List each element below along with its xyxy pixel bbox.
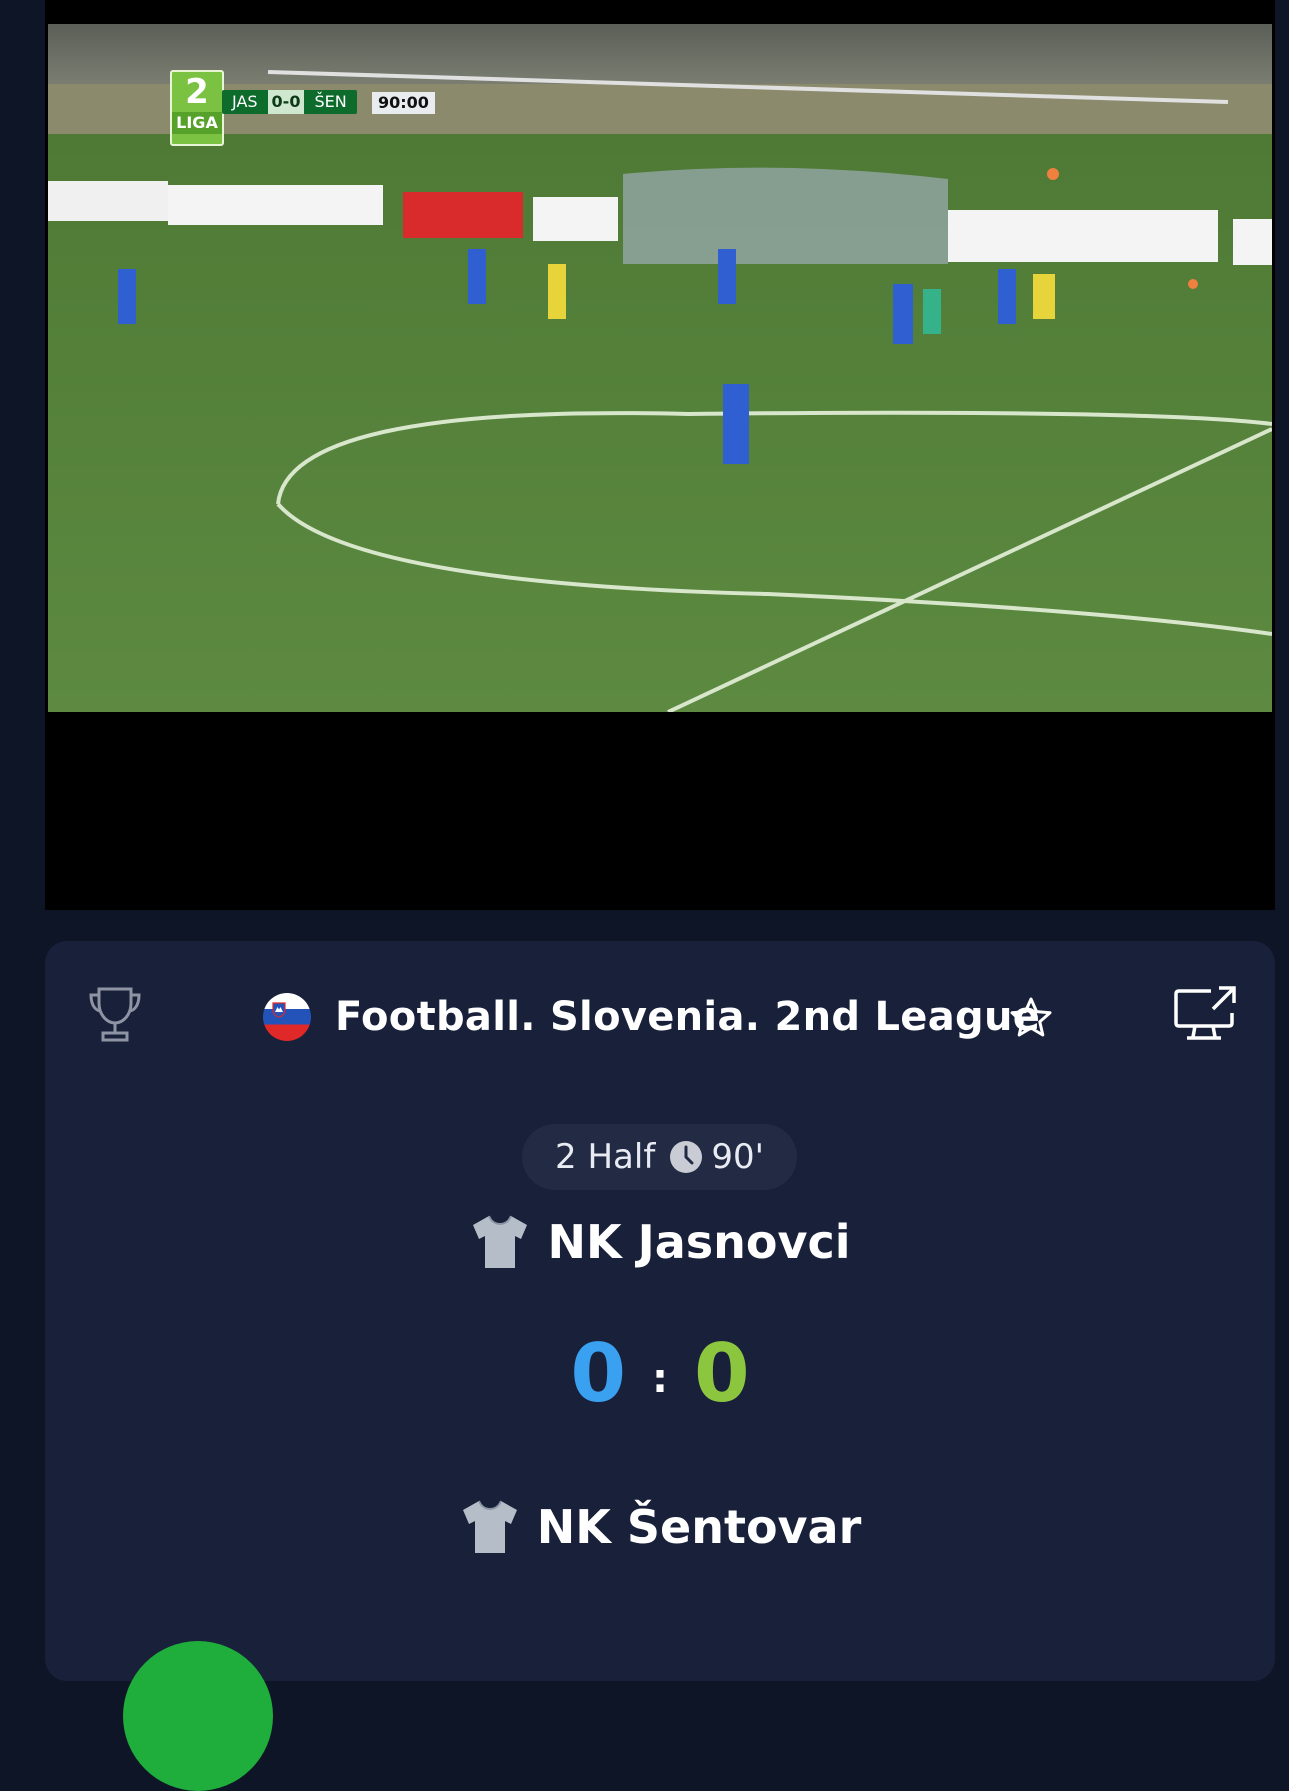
away-team[interactable]: NK Šentovar xyxy=(45,1498,1275,1567)
league-logo-number: 2 xyxy=(185,72,209,112)
trophy-icon[interactable] xyxy=(87,985,143,1043)
match-minute: 90' xyxy=(711,1137,764,1177)
league-name: Football. Slovenia. 2nd League xyxy=(335,994,1041,1040)
video-frame[interactable]: 2 LIGA JAS 0-0 ŠEN 90:00 xyxy=(48,24,1272,712)
live-action-button[interactable] xyxy=(123,1641,273,1791)
slovenia-flag-icon xyxy=(263,993,311,1041)
league-logo: 2 LIGA xyxy=(170,70,224,146)
overlay-home-abbr: JAS xyxy=(232,92,258,111)
screen-share-icon[interactable] xyxy=(1173,985,1237,1043)
scoreboard-overlay: JAS 0-0 ŠEN xyxy=(222,90,357,114)
home-score: 0 xyxy=(570,1327,626,1420)
video-player[interactable]: 2 LIGA JAS 0-0 ŠEN 90:00 xyxy=(45,0,1275,910)
home-team-name: NK Jasnovci xyxy=(547,1215,851,1269)
overlay-score: 0-0 xyxy=(267,90,305,114)
overlay-time: 90:00 xyxy=(372,92,435,114)
match-card: Football. Slovenia. 2nd League 2 Half 90… xyxy=(45,941,1275,1791)
home-team[interactable]: NK Jasnovci xyxy=(45,1213,1275,1282)
overlay-away-abbr: ŠEN xyxy=(314,92,347,111)
period-label: 2 Half xyxy=(555,1137,656,1177)
clock-icon xyxy=(670,1141,703,1173)
shirt-icon xyxy=(462,1500,517,1553)
league-header[interactable]: Football. Slovenia. 2nd League xyxy=(263,989,1040,1045)
away-score: 0 xyxy=(694,1327,750,1420)
scoreline: 0:0 xyxy=(45,1324,1275,1429)
pitch-image xyxy=(48,24,1272,712)
match-status-pill: 2 Half 90' xyxy=(522,1124,797,1190)
score-separator: : xyxy=(652,1356,668,1403)
away-team-name: NK Šentovar xyxy=(536,1500,862,1554)
star-icon[interactable] xyxy=(1008,995,1054,1041)
shirt-icon xyxy=(473,1215,528,1268)
league-logo-text: LIGA xyxy=(172,112,222,134)
